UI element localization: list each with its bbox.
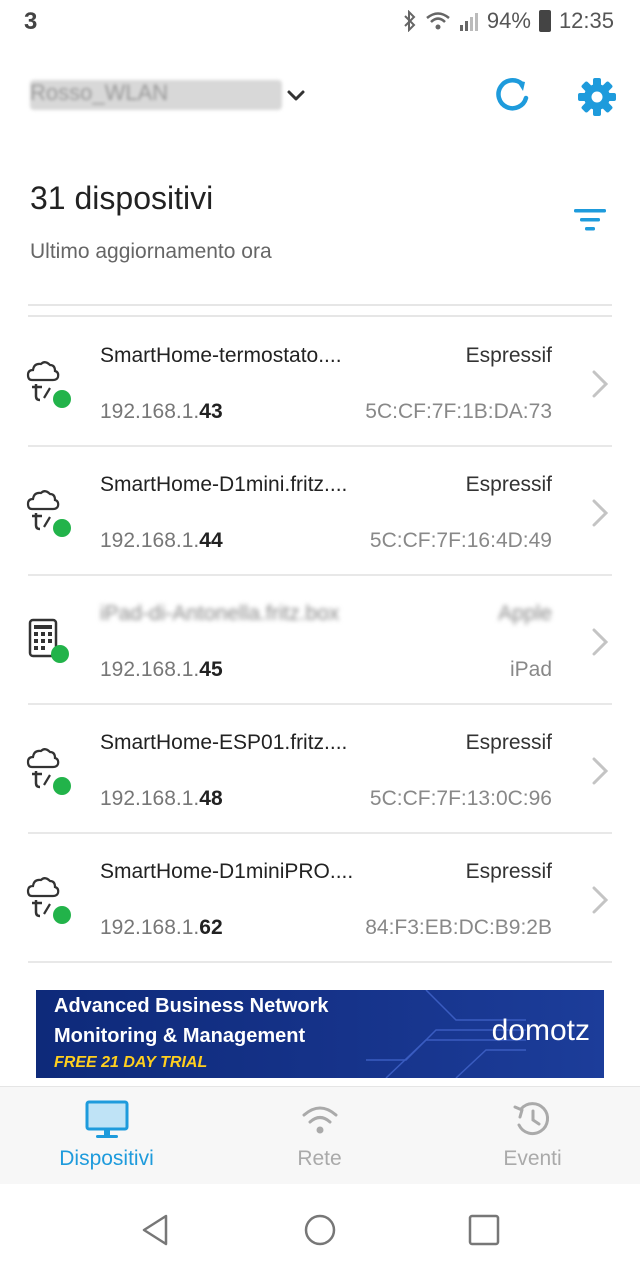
clock: 12:35 [558, 8, 614, 33]
ad-headline: Advanced Business Network [54, 995, 329, 1017]
device-name: SmartHome-D1miniPRO.... [100, 860, 354, 883]
iot-cloud-icon [26, 361, 71, 408]
cell-signal-icon [459, 13, 478, 31]
tab-eventi[interactable]: Eventi [426, 1087, 639, 1185]
device-ip: 192.168.1.43 [100, 400, 223, 423]
device-vendor: Espressif [465, 860, 552, 883]
home-icon[interactable] [300, 1210, 340, 1250]
tab-label: Rete [297, 1147, 342, 1170]
device-mac: 5C:CF:7F:13:0C:96 [369, 787, 552, 810]
status-icons: 94% 12:35 [403, 8, 614, 34]
device-ip: 192.168.1.48 [100, 787, 223, 810]
app-header: Rosso_WLAN [0, 64, 640, 128]
device-row[interactable]: SmartHome-D1mini.fritz.... Espressif 192… [26, 447, 612, 576]
refresh-button[interactable] [490, 74, 534, 118]
device-row[interactable]: SmartHome-ESP01.fritz.... Espressif 192.… [26, 705, 612, 834]
battery-icon [538, 10, 551, 32]
device-name: SmartHome-termostato.... [100, 344, 342, 367]
ad-trial-label: FREE 21 DAY TRIAL [54, 1054, 208, 1071]
history-icon [513, 1102, 549, 1136]
device-vendor: Espressif [465, 473, 552, 496]
device-vendor: Espressif [465, 731, 552, 754]
device-model: iPad [509, 658, 552, 681]
wifi-icon [302, 1106, 337, 1134]
device-ip: 192.168.1.62 [100, 916, 223, 939]
ad-banner[interactable]: Advanced Business Network Monitoring & M… [36, 990, 604, 1078]
carrier-label: 3 [24, 8, 38, 35]
divider [28, 304, 612, 306]
device-mac: 84:F3:EB:DC:B9:2B [365, 916, 552, 939]
chevron-right-icon [592, 886, 609, 914]
iot-cloud-icon [26, 877, 71, 924]
device-ip: 192.168.1.44 [100, 529, 223, 552]
device-ip: 192.168.1.45 [100, 658, 223, 681]
tab-dispositivi[interactable]: Dispositivi [0, 1087, 213, 1185]
chevron-right-icon [592, 628, 609, 656]
device-vendor: Espressif [465, 344, 552, 367]
bottom-navigation: Dispositivi Rete Eventi [0, 1086, 640, 1184]
device-mac: 5C:CF:7F:1B:DA:73 [365, 400, 552, 423]
battery-percent: 94% [486, 8, 531, 33]
monitor-icon [85, 1100, 128, 1138]
wifi-signal-icon [426, 12, 450, 30]
chevron-right-icon [592, 499, 609, 527]
chevron-right-icon [592, 757, 609, 785]
divider [28, 315, 612, 317]
filter-icon[interactable] [570, 200, 610, 240]
status-bar: 3 94% 12:35 [0, 0, 640, 46]
ad-brand-logo: domotz [491, 1014, 590, 1047]
back-icon[interactable] [136, 1210, 176, 1250]
network-selector[interactable]: Rosso_WLAN [30, 80, 282, 110]
iot-cloud-icon [26, 748, 71, 795]
ad-subheadline: Monitoring & Management [54, 1025, 306, 1047]
tab-rete[interactable]: Rete [213, 1087, 426, 1185]
recent-apps-icon[interactable] [464, 1210, 504, 1250]
tab-label: Dispositivi [59, 1147, 154, 1170]
device-mac: 5C:CF:7F:16:4D:49 [369, 529, 552, 552]
device-name: SmartHome-D1mini.fritz.... [100, 473, 348, 496]
last-update-label: Ultimo aggiornamento ora [30, 240, 272, 263]
device-row[interactable]: iPad-di-Antonella.fritz.box Apple 192.16… [28, 576, 612, 705]
device-row[interactable]: SmartHome-D1miniPRO.... Espressif 192.16… [26, 834, 612, 963]
system-navigation-bar [0, 1184, 640, 1274]
device-row[interactable]: SmartHome-termostato.... Espressif 192.1… [26, 318, 612, 447]
device-vendor: Apple [498, 602, 552, 625]
iot-cloud-icon [26, 490, 71, 537]
device-name: SmartHome-ESP01.fritz.... [100, 731, 348, 754]
chevron-down-icon[interactable] [282, 82, 310, 110]
tablet-icon [28, 618, 69, 663]
device-count-title: 31 dispositivi [30, 180, 214, 216]
device-name: iPad-di-Antonella.fritz.box [100, 602, 340, 625]
chevron-right-icon [592, 370, 609, 398]
bluetooth-icon [404, 10, 416, 32]
tab-label: Eventi [503, 1147, 562, 1170]
settings-gear-icon[interactable] [574, 74, 620, 120]
device-list: SmartHome-termostato.... Espressif 192.1… [0, 318, 640, 963]
